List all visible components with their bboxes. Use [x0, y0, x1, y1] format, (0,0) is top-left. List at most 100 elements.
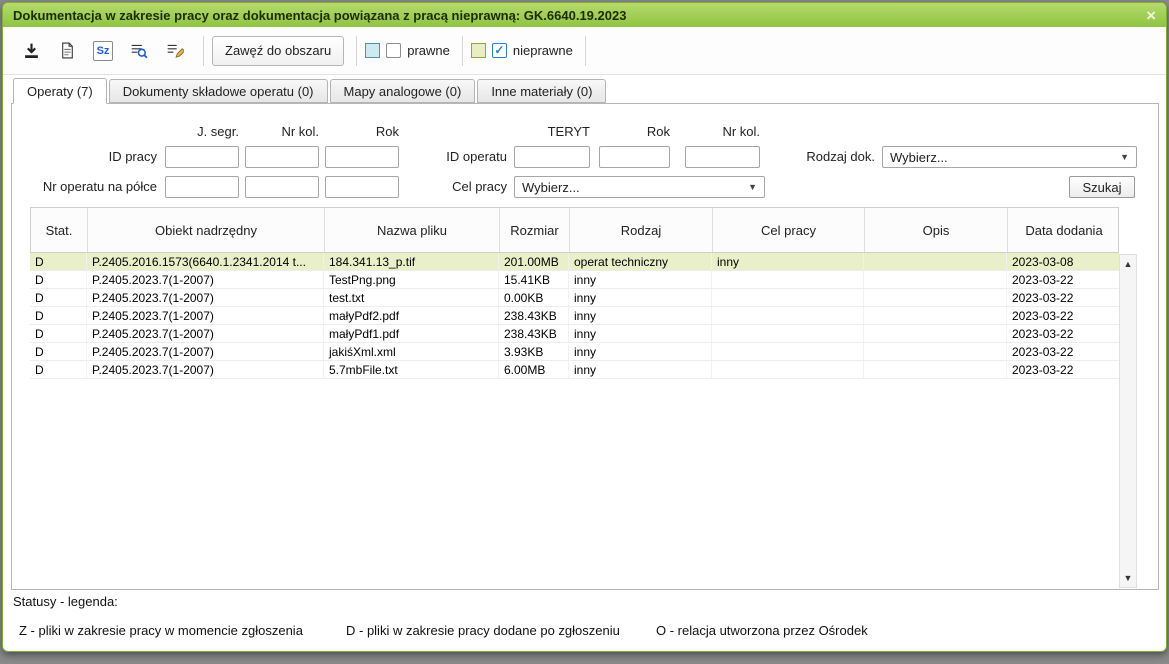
table-body: DP.2405.2016.1573(6640.1.2341.2014 t...1… [30, 253, 1119, 379]
table-row[interactable]: DP.2405.2023.7(1-2007)małyPdf2.pdf238.43… [30, 307, 1119, 325]
id-operatu-teryt-input[interactable] [514, 146, 590, 168]
table-row[interactable]: DP.2405.2016.1573(6640.1.2341.2014 t...1… [30, 253, 1119, 271]
sz-button[interactable]: Sz [87, 36, 119, 66]
table-cell [864, 289, 1007, 306]
rodzaj-dok-value: Wybierz... [890, 150, 948, 165]
download-button[interactable] [15, 36, 47, 66]
column-header-rozmiar[interactable]: Rozmiar [500, 208, 570, 252]
table-cell: operat techniczny [569, 253, 712, 270]
table-cell [864, 361, 1007, 378]
table-cell: 201.00MB [499, 253, 569, 270]
table-cell [712, 343, 864, 360]
table-cell: D [30, 307, 87, 324]
table-cell: 2023-03-22 [1007, 289, 1119, 306]
table-cell: inny [569, 361, 712, 378]
table-row[interactable]: DP.2405.2023.7(1-2007)małyPdf1.pdf238.43… [30, 325, 1119, 343]
nr-operatu-input-1[interactable] [165, 176, 239, 198]
table-cell [712, 325, 864, 342]
table-cell [864, 325, 1007, 342]
nieprawne-label: nieprawne [513, 43, 573, 58]
table-cell: D [30, 325, 87, 342]
nr-operatu-input-2[interactable] [245, 176, 319, 198]
column-header-rodzaj[interactable]: Rodzaj [570, 208, 713, 252]
table-cell: małyPdf1.pdf [324, 325, 499, 342]
tab-content-panel: J. segr. Nr kol. Rok ID pracy Nr operatu… [11, 103, 1159, 590]
id-pracy-label: ID pracy [57, 146, 157, 168]
table-cell: 2023-03-22 [1007, 271, 1119, 288]
table-cell: 238.43KB [499, 307, 569, 324]
document-button[interactable] [51, 36, 83, 66]
table-cell: D [30, 343, 87, 360]
tab-inne-materialy[interactable]: Inne materiały (0) [477, 79, 606, 103]
scroll-up-icon[interactable]: ▲ [1120, 256, 1136, 272]
table-cell: P.2405.2023.7(1-2007) [87, 289, 324, 306]
table-cell: 15.41KB [499, 271, 569, 288]
scroll-down-icon[interactable]: ▼ [1120, 570, 1136, 586]
col-label-j-segr: J. segr. [159, 124, 239, 139]
chevron-down-icon: ▼ [748, 182, 757, 192]
rodzaj-dok-dropdown[interactable]: Wybierz... ▼ [882, 146, 1137, 168]
results-table: Stat. Obiekt nadrzędny Nazwa pliku Rozmi… [30, 207, 1119, 379]
magnifier-edit-icon [166, 42, 184, 60]
szukaj-button[interactable]: Szukaj [1069, 176, 1135, 198]
cel-pracy-dropdown[interactable]: Wybierz... ▼ [514, 176, 765, 198]
table-cell [712, 271, 864, 288]
table-row[interactable]: DP.2405.2023.7(1-2007)test.txt0.00KBinny… [30, 289, 1119, 307]
column-header-stat[interactable]: Stat. [31, 208, 88, 252]
col-label-nr-kol-2: Nr kol. [680, 124, 760, 139]
table-cell: małyPdf2.pdf [324, 307, 499, 324]
document-icon [59, 42, 76, 59]
tab-operaty[interactable]: Operaty (7) [13, 78, 107, 104]
toolbar-separator [203, 36, 204, 66]
vertical-scrollbar[interactable]: ▲ ▼ [1119, 254, 1137, 588]
edit-search-button[interactable] [159, 36, 191, 66]
table-row[interactable]: DP.2405.2023.7(1-2007)5.7mbFile.txt6.00M… [30, 361, 1119, 379]
sz-icon: Sz [93, 41, 113, 61]
table-cell [864, 307, 1007, 324]
id-pracy-rok-input[interactable] [325, 146, 399, 168]
column-header-opis[interactable]: Opis [865, 208, 1008, 252]
column-header-obiekt-nadrzedny[interactable]: Obiekt nadrzędny [88, 208, 325, 252]
nieprawne-color-swatch [471, 43, 486, 58]
zoom-area-button[interactable]: Zawęź do obszaru [212, 36, 344, 66]
table-cell [712, 289, 864, 306]
cel-pracy-label: Cel pracy [407, 176, 507, 198]
table-header: Stat. Obiekt nadrzędny Nazwa pliku Rozmi… [30, 207, 1119, 253]
titlebar[interactable]: Dokumentacja w zakresie pracy oraz dokum… [3, 3, 1166, 27]
col-label-rok-2: Rok [590, 124, 670, 139]
id-operatu-rok-input[interactable] [599, 146, 670, 168]
tab-mapy-analogowe[interactable]: Mapy analogowe (0) [330, 79, 476, 103]
table-cell: inny [569, 289, 712, 306]
nr-operatu-label: Nr operatu na półce [12, 176, 157, 198]
toolbar: Sz Zawęź do obszaru prawne nieprawne [3, 27, 1166, 75]
dialog-window: Dokumentacja w zakresie pracy oraz dokum… [2, 2, 1167, 652]
column-header-cel-pracy[interactable]: Cel pracy [713, 208, 865, 252]
table-cell: D [30, 361, 87, 378]
table-row[interactable]: DP.2405.2023.7(1-2007)jakiśXml.xml3.93KB… [30, 343, 1119, 361]
id-pracy-nr-kol-input[interactable] [245, 146, 319, 168]
prawne-checkbox[interactable] [386, 43, 401, 58]
table-cell [712, 361, 864, 378]
table-row[interactable]: DP.2405.2023.7(1-2007)TestPng.png15.41KB… [30, 271, 1119, 289]
toolbar-separator [462, 36, 463, 66]
table-cell: D [30, 253, 87, 270]
close-icon[interactable]: × [1146, 7, 1156, 24]
table-cell: 2023-03-08 [1007, 253, 1119, 270]
cel-pracy-value: Wybierz... [522, 180, 580, 195]
table-cell [712, 307, 864, 324]
legend-title: Statusy - legenda: [13, 594, 118, 609]
column-header-data-dodania[interactable]: Data dodania [1008, 208, 1120, 252]
table-cell: P.2405.2023.7(1-2007) [87, 343, 324, 360]
nieprawne-checkbox[interactable] [492, 43, 507, 58]
tab-dokumenty-skladowe[interactable]: Dokumenty składowe operatu (0) [109, 79, 328, 103]
nr-operatu-input-3[interactable] [325, 176, 399, 198]
table-cell: 2023-03-22 [1007, 343, 1119, 360]
id-operatu-nr-kol-input[interactable] [685, 146, 760, 168]
search-attributes-button[interactable] [123, 36, 155, 66]
legend-item-d: D - pliki w zakresie pracy dodane po zgł… [346, 623, 620, 638]
id-pracy-j-segr-input[interactable] [165, 146, 239, 168]
column-header-nazwa-pliku[interactable]: Nazwa pliku [325, 208, 500, 252]
table-cell: P.2405.2023.7(1-2007) [87, 325, 324, 342]
table-cell: 238.43KB [499, 325, 569, 342]
table-cell: 184.341.13_p.tif [324, 253, 499, 270]
